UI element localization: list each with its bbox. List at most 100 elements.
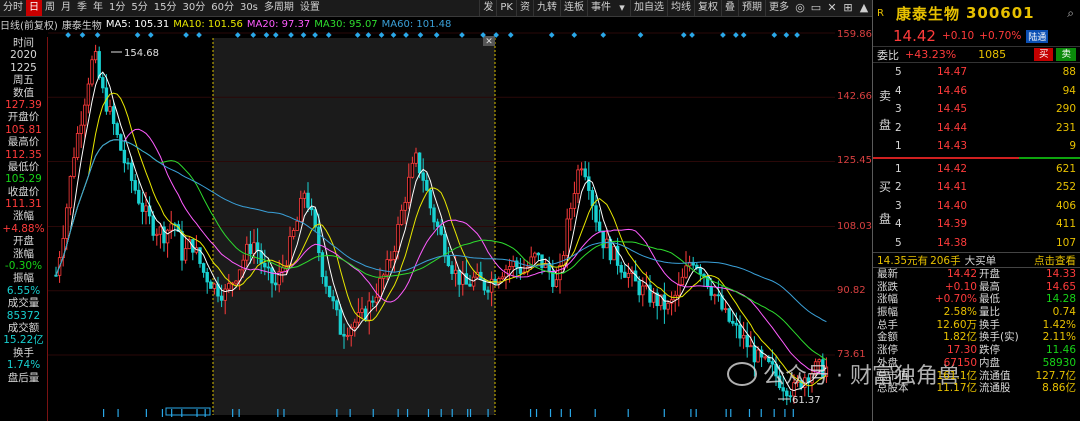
toolbar-button[interactable]: 资 <box>516 0 533 16</box>
candle-body <box>453 269 458 274</box>
window-icon[interactable]: ▭ <box>808 0 824 16</box>
period-tab[interactable]: 季 <box>74 0 90 16</box>
stat-value: 17.30 <box>946 344 977 357</box>
sell-button[interactable]: 卖 <box>1056 48 1076 61</box>
candle-body <box>68 176 73 209</box>
bid-row[interactable]: 3 14.40 406 <box>873 197 1080 216</box>
candle-body <box>666 302 670 310</box>
candle-body <box>83 104 87 126</box>
candle-body <box>785 390 789 397</box>
stat-row: 振幅 2.58% 量比 0.74 <box>873 306 1080 319</box>
candlestick-chart[interactable]: ✕ 154.68 61.37 <box>48 31 835 421</box>
period-tab[interactable]: 日 <box>26 0 42 16</box>
ask-row[interactable]: 1 14.43 9 <box>873 137 1080 156</box>
candle-body <box>93 51 98 61</box>
candle-body <box>291 230 296 237</box>
ask-level: 1 <box>895 140 902 152</box>
toolbar-button[interactable]: 事件 <box>587 0 614 16</box>
candle-body <box>65 207 69 239</box>
candle-body <box>115 123 119 135</box>
period-tab[interactable]: 5分 <box>128 0 150 16</box>
candle-body <box>108 106 112 112</box>
period-label: 日线(前复权) <box>0 21 58 32</box>
candle-body <box>716 294 721 297</box>
info-label: 开盘 <box>13 235 34 248</box>
wechat-icon <box>727 362 757 386</box>
toolbar-button[interactable]: 九转 <box>533 0 560 16</box>
bid-book: 买 盘 1 14.42 621 2 14.41 252 3 14.40 406 4 14.39 411… <box>873 160 1080 253</box>
view-detail-link[interactable]: 点击查看 <box>1034 253 1076 268</box>
candle-body <box>389 259 393 261</box>
period-tab[interactable]: 周 <box>42 0 58 16</box>
stat-row: 总市值 161.1亿 流通值 127.7亿 <box>873 370 1080 383</box>
crosshair-info-panel: 时间 2020 1225 周五 数值 127.39 开盘价 105.81 最高价 112.35 最低… <box>0 37 48 421</box>
toolbar-button[interactable]: 复权 <box>694 0 721 16</box>
period-tabs: 分时日周月季年 1分 5分 15分 30分 60分 30s 多周期 设置 <box>0 0 323 16</box>
info-value: 1.74% <box>6 359 41 372</box>
ask-level: 5 <box>895 66 902 78</box>
period-tab[interactable]: 分时 <box>0 0 26 16</box>
stat-value: 11.46 <box>1045 344 1076 357</box>
candle-body <box>486 289 490 293</box>
ask-row[interactable]: 2 14.44 231 <box>873 119 1080 138</box>
candle-body <box>410 162 415 178</box>
close-icon[interactable]: ✕ <box>824 0 840 16</box>
period-tab[interactable]: 多周期 <box>261 0 297 16</box>
bid-row[interactable]: 1 14.42 621 <box>873 160 1080 179</box>
info-value: 85372 <box>6 309 41 322</box>
stat-label: 外盘 <box>877 356 898 369</box>
period-tab[interactable]: 1分 <box>106 0 128 16</box>
period-tab[interactable]: 年 <box>90 0 106 16</box>
candle-body <box>248 243 253 255</box>
stat-value: 14.65 <box>1045 280 1076 293</box>
ask-row[interactable]: 5 14.47 88 <box>873 63 1080 82</box>
period-tab[interactable]: 60分 <box>208 0 237 16</box>
toolbar-button[interactable]: 连板 <box>560 0 587 16</box>
info-label: 振幅 <box>13 272 34 285</box>
toolbar-button[interactable]: 更多 <box>765 0 792 16</box>
search-icon[interactable]: ⌕ <box>1067 6 1074 21</box>
period-tab[interactable]: 15分 <box>151 0 180 16</box>
info-value: -0.30% <box>4 260 43 273</box>
grid-icon[interactable]: ⊞ <box>840 0 856 16</box>
toolbar-button[interactable]: 发 <box>479 0 496 16</box>
bid-row[interactable]: 5 14.38 107 <box>873 234 1080 253</box>
stat-row: 外盘 67150 内盘 58930 <box>873 357 1080 370</box>
bid-row[interactable]: 4 14.39 411 <box>873 215 1080 234</box>
period-tab[interactable]: 30s <box>237 0 261 16</box>
dropdown-icon[interactable]: ▾ <box>614 0 630 16</box>
toolbar-button[interactable]: 加自选 <box>630 0 667 16</box>
stat-label: 金额 <box>877 331 898 344</box>
stat-value: 1.42% <box>1042 318 1076 331</box>
bid-price: 14.38 <box>937 236 968 249</box>
candle-body <box>623 271 627 278</box>
candle-body <box>327 285 332 298</box>
ask-row[interactable]: 3 14.45 290 <box>873 100 1080 119</box>
ask-level: 3 <box>895 103 902 115</box>
collapse-icon[interactable]: ▲ <box>856 0 872 16</box>
info-label: 盘后量 <box>7 371 40 384</box>
candle-body <box>342 333 346 337</box>
toolbar-button[interactable]: PK <box>496 0 516 16</box>
info-label: 成交额 <box>7 321 40 334</box>
candle-body <box>345 335 350 337</box>
period-tab[interactable]: 30分 <box>179 0 208 16</box>
bid-row[interactable]: 2 14.41 252 <box>873 178 1080 197</box>
period-tab[interactable]: 设置 <box>297 0 323 16</box>
candle-body <box>554 279 559 287</box>
candle-body <box>266 266 271 269</box>
period-tab[interactable]: 月 <box>58 0 74 16</box>
candle-body <box>468 283 472 287</box>
candle-body <box>457 269 461 285</box>
toolbar-button[interactable]: 均线 <box>667 0 694 16</box>
candle-body <box>432 207 436 223</box>
candle-body <box>601 230 605 249</box>
candle-body <box>169 223 173 231</box>
toolbar-button[interactable]: 叠 <box>721 0 738 16</box>
ask-row[interactable]: 4 14.46 94 <box>873 82 1080 101</box>
stat-label: 内盘 <box>979 356 1000 369</box>
candle-body <box>86 83 91 106</box>
target-icon[interactable]: ◎ <box>792 0 808 16</box>
toolbar-button[interactable]: 预期 <box>738 0 765 16</box>
buy-button[interactable]: 买 <box>1033 48 1054 61</box>
